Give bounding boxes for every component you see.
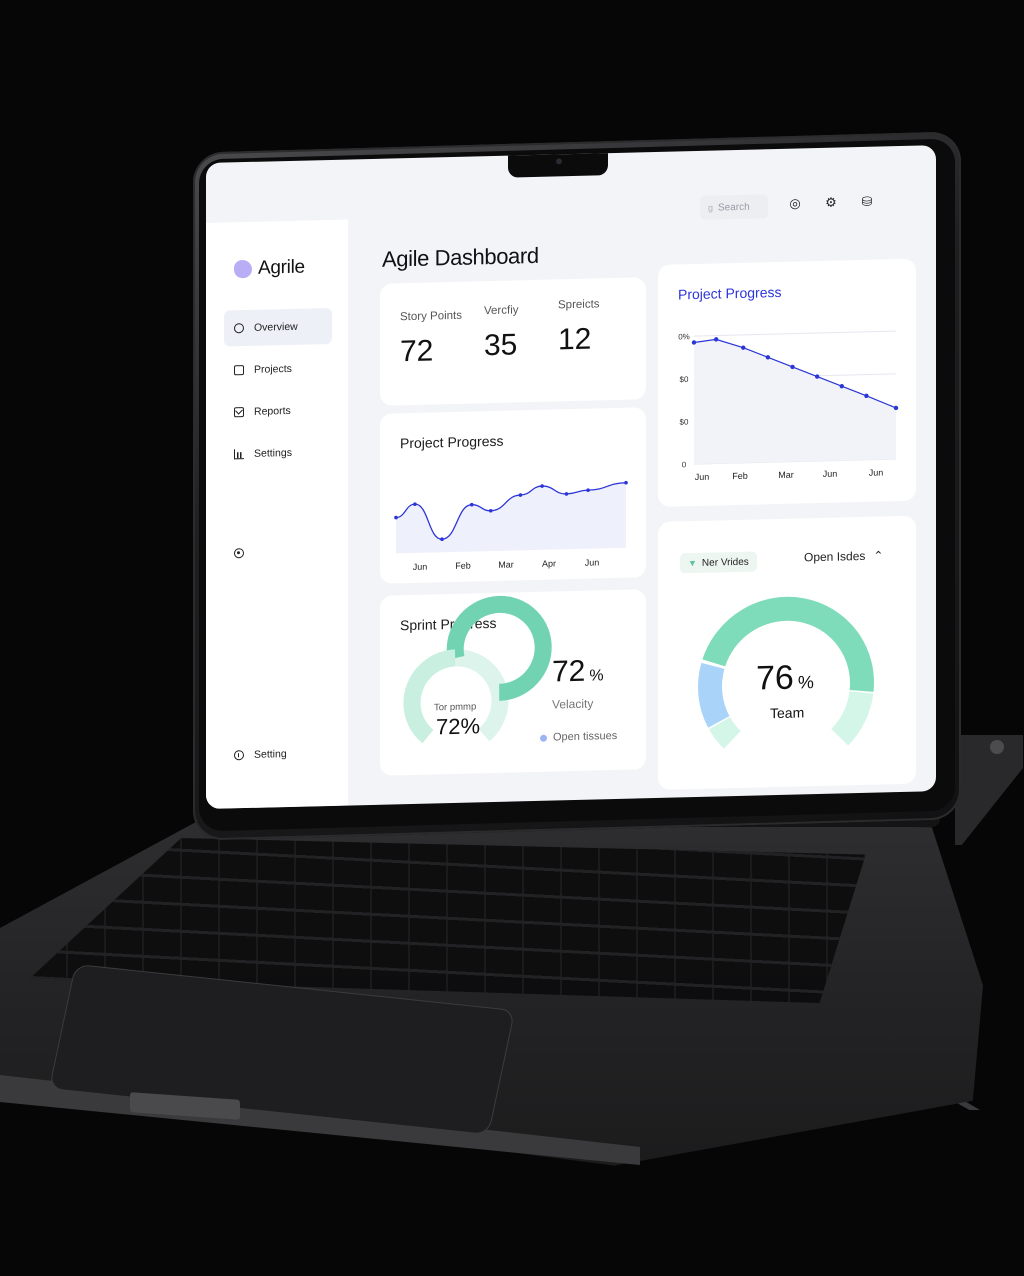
sidebar-item-target[interactable] [234, 545, 244, 563]
sidebar-item-label: Overview [254, 320, 298, 334]
sprint-progress-card: Sprint Progress Tor pmmp 72% 72% Velacit… [380, 589, 646, 776]
target-icon [234, 548, 244, 559]
series-area [396, 482, 626, 554]
x-tick-label: Jun [695, 472, 710, 482]
sidebar: Agrile Overview Projects Reports Setting… [206, 219, 348, 809]
sidebar-item-reports[interactable]: Reports [224, 392, 332, 431]
team-gauge [698, 596, 874, 749]
sidebar-item-label: Projects [254, 362, 292, 376]
team-gauge-card: ▼ Ner Vrides Open Isdes ⌃ 76% Team [658, 515, 916, 790]
x-tick-label: Jun [869, 467, 884, 477]
sidebar-item-label: Settings [254, 446, 292, 460]
sidebar-item-setting[interactable]: Setting [224, 735, 332, 774]
target-icon[interactable]: ◎ [788, 195, 802, 210]
database-icon[interactable]: ⛁ [860, 194, 874, 209]
x-tick-label: Jun [585, 557, 600, 567]
sidebar-item-settings[interactable]: Settings [224, 434, 332, 473]
gauge-value: 76% [756, 658, 814, 698]
sidebar-bottom: Setting [224, 735, 332, 780]
project-progress-right-card: Project Progress 0% $0 $0 0 Jun Feb Mar Jun Jun [658, 258, 916, 507]
stat-spreicts: Spreicts 12 [558, 298, 600, 357]
stat-story-points: Story Points 72 [400, 310, 462, 370]
screen: g Search ◎ ⚙ ⛁ Agrile Overview Projects … [206, 145, 936, 809]
x-tick-label: Apr [542, 558, 556, 568]
circle-icon [234, 323, 244, 334]
data-point [624, 480, 628, 485]
search-placeholder: Search [718, 201, 750, 213]
grid-line [694, 330, 896, 337]
data-point [893, 405, 899, 411]
mail-icon [234, 407, 244, 418]
stat-value: 35 [484, 328, 518, 363]
nav-menu: Overview Projects Reports Settings [224, 307, 332, 479]
camera-notch [508, 151, 608, 178]
project-progress-right-chart: 0% $0 $0 0 Jun Feb Mar Jun Jun [678, 330, 899, 482]
legend-open-tissues: Open tissues [540, 730, 617, 744]
gauge-segment-light [709, 716, 742, 749]
legend-label: Open tissues [553, 729, 618, 744]
stat-label: Spreicts [558, 298, 600, 312]
velocity-value: 72% [552, 654, 604, 689]
y-tick-label: 0 [682, 460, 687, 469]
y-tick-label: 0% [678, 332, 690, 341]
x-tick-label: Mar [778, 470, 794, 480]
stat-vercfiy: Vercfiy 35 [484, 304, 519, 363]
camera-icon [556, 158, 562, 165]
y-tick-label: $0 [680, 418, 689, 427]
logo-icon [234, 259, 252, 279]
app-name: Agrile [258, 256, 305, 279]
y-tick-label: $0 [680, 375, 689, 384]
gear-icon[interactable]: ⚙ [824, 195, 838, 210]
gauge-number: 76 [756, 658, 794, 698]
info-icon [234, 750, 244, 761]
project-progress-chart: Jun Feb Mar Apr Jun [394, 480, 628, 572]
logo[interactable]: Agrile [234, 257, 305, 281]
stats-card: Story Points 72 Vercfiy 35 Spreicts 12 [380, 277, 646, 406]
stat-value: 12 [558, 322, 592, 357]
stat-value: 72 [400, 334, 434, 369]
gauge-segment-rest [830, 690, 874, 746]
sidebar-item-overview[interactable]: Overview [224, 307, 332, 347]
velocity-number: 72 [552, 654, 586, 689]
x-tick-label: Jun [823, 469, 838, 479]
search-input[interactable]: g Search [700, 194, 768, 220]
series-area [694, 339, 896, 465]
search-icon: g [708, 202, 714, 213]
velocity-unit: % [589, 667, 604, 685]
gauge-label: Team [770, 704, 805, 722]
donut-label: Tor pmmp [434, 701, 477, 714]
sidebar-item-projects[interactable]: Projects [224, 350, 332, 389]
gauge-segment-blue [698, 662, 730, 728]
sprint-donut [403, 595, 552, 744]
sidebar-item-label: Setting [254, 748, 287, 761]
x-tick-label: Mar [498, 559, 514, 569]
x-tick-label: Feb [455, 561, 471, 571]
square-icon [234, 365, 244, 376]
stat-label: Story Points [400, 309, 462, 324]
stat-label: Vercfiy [484, 304, 519, 318]
x-tick-label: Feb [732, 471, 748, 481]
stand-knob [990, 740, 1004, 754]
project-progress-card: Project Progress Jun Feb Mar Apr Jun [380, 407, 646, 584]
velocity-label: Velacity [552, 696, 594, 712]
legend-dot-icon [540, 734, 547, 742]
bar-chart-icon [234, 449, 244, 460]
sidebar-item-label: Reports [254, 404, 291, 418]
gauge-unit: % [797, 672, 814, 693]
page-title: Agile Dashboard [382, 242, 539, 272]
laptop-stand-cover [955, 735, 1023, 845]
donut-value: 72% [436, 713, 481, 740]
x-tick-label: Jun [413, 562, 428, 572]
